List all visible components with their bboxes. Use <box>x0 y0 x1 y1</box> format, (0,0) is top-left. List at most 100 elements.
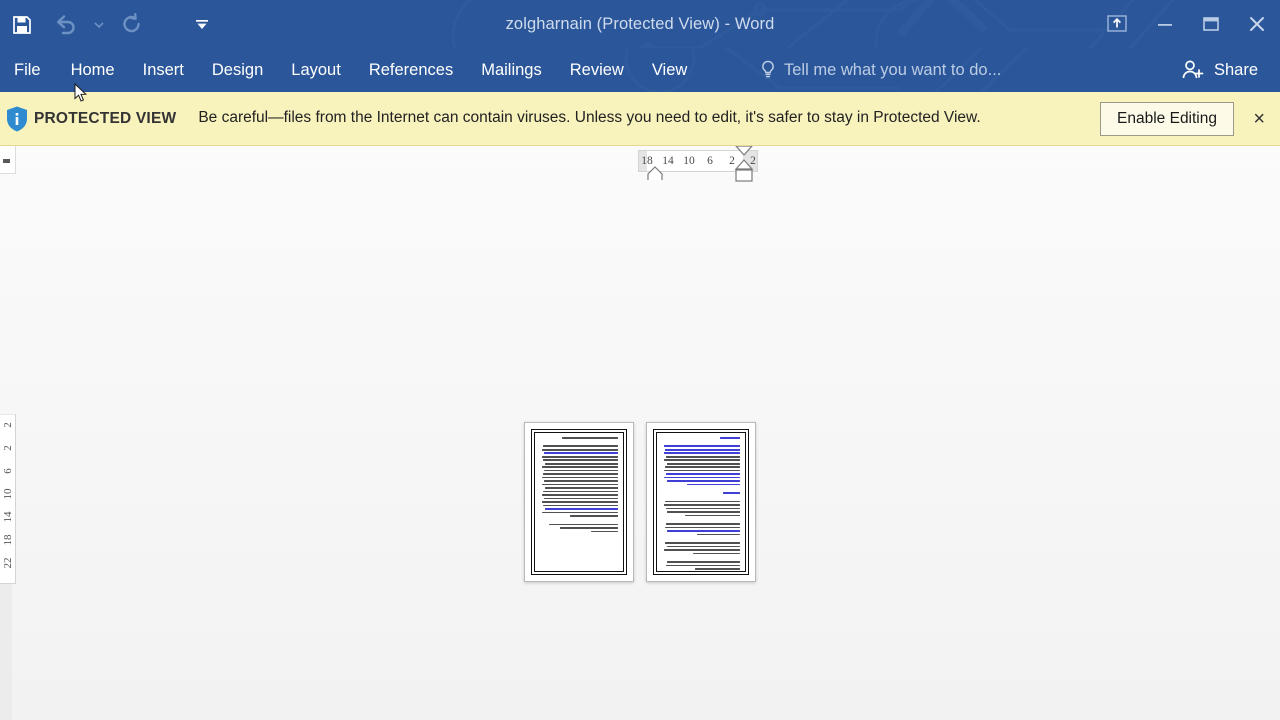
share-button[interactable]: Share <box>1175 48 1264 92</box>
text-line <box>686 483 740 486</box>
text-line <box>543 497 618 500</box>
text-line <box>664 445 740 448</box>
page-2-content <box>662 437 740 570</box>
text-line <box>665 466 740 468</box>
document-canvas[interactable]: 18 14 10 6 2 2 2 2 6 10 14 18 22 <box>0 146 1280 720</box>
text-line <box>543 445 618 448</box>
text-line <box>667 561 740 563</box>
tab-file[interactable]: File <box>0 48 57 92</box>
word-application-window: zolgharnain (Protected View) - Word File… <box>0 0 1280 720</box>
text-line <box>542 466 618 468</box>
tab-review[interactable]: Review <box>556 48 638 92</box>
text-line <box>664 504 740 506</box>
page-thumbnail-1[interactable] <box>524 422 634 582</box>
text-line <box>666 545 740 548</box>
minimize-button[interactable] <box>1142 0 1188 48</box>
tab-references[interactable]: References <box>355 48 467 92</box>
redo-button[interactable] <box>110 5 154 45</box>
tab-home[interactable]: Home <box>57 48 129 92</box>
close-icon <box>1250 17 1264 31</box>
page-thumbnails <box>0 146 1280 720</box>
text-line <box>542 494 618 496</box>
page-thumbnail-2[interactable] <box>646 422 756 582</box>
text-line <box>543 473 618 475</box>
text-line <box>665 542 740 544</box>
text-line <box>542 511 618 514</box>
text-line <box>665 564 740 567</box>
person-add-icon <box>1182 60 1204 79</box>
text-line <box>543 490 618 493</box>
maximize-button[interactable] <box>1188 0 1234 48</box>
text-line <box>665 507 740 510</box>
quick-access-toolbar <box>0 0 224 48</box>
text-line <box>665 455 740 458</box>
text-line <box>719 437 740 439</box>
text-line <box>544 487 618 489</box>
close-button[interactable] <box>1234 0 1280 48</box>
window-controls <box>1092 0 1280 48</box>
save-button[interactable] <box>0 5 44 45</box>
text-line <box>666 511 740 513</box>
text-line <box>667 530 740 532</box>
tab-design[interactable]: Design <box>198 48 277 92</box>
page-1-outer-border <box>531 429 627 575</box>
customize-dropdown-icon <box>196 20 208 29</box>
page-2-inner-border <box>656 432 746 572</box>
ribbon-tabs: File Home Insert Design Layout Reference… <box>0 48 701 92</box>
text-line <box>665 473 740 475</box>
info-shield-icon <box>0 105 34 133</box>
text-line <box>560 527 618 529</box>
text-line <box>722 492 740 494</box>
tab-view[interactable]: View <box>638 48 701 92</box>
ribbon-display-options-icon <box>1107 15 1127 32</box>
tell-me-search[interactable]: Tell me what you want to do... <box>760 48 1001 92</box>
undo-dropdown-button[interactable] <box>88 5 110 45</box>
tell-me-placeholder: Tell me what you want to do... <box>784 60 1002 79</box>
text-line <box>569 515 618 517</box>
text-line <box>544 462 618 465</box>
text-line <box>544 508 618 510</box>
maximize-icon <box>1203 17 1219 31</box>
text-line <box>693 552 740 555</box>
text-line <box>685 514 740 517</box>
mouse-cursor <box>74 83 88 102</box>
text-line <box>541 476 618 479</box>
text-line <box>561 437 618 439</box>
title-bar: zolgharnain (Protected View) - Word <box>0 0 1280 48</box>
undo-button[interactable] <box>44 5 88 45</box>
text-line <box>543 459 618 462</box>
tab-insert[interactable]: Insert <box>129 48 198 92</box>
text-line <box>542 448 618 451</box>
undo-icon <box>57 15 75 35</box>
redo-icon <box>123 13 140 33</box>
ribbon-display-options-button[interactable] <box>1092 0 1142 48</box>
text-line <box>665 500 740 503</box>
enable-editing-button[interactable]: Enable Editing <box>1100 102 1234 136</box>
text-line <box>664 549 740 551</box>
save-icon <box>13 16 31 34</box>
text-line <box>666 462 740 465</box>
text-line <box>543 469 618 472</box>
page-2-outer-border <box>653 429 749 575</box>
text-line <box>694 568 740 570</box>
tab-layout[interactable]: Layout <box>277 48 355 92</box>
customize-qat-button[interactable] <box>180 5 224 45</box>
text-line <box>664 459 740 462</box>
tab-mailings[interactable]: Mailings <box>467 48 556 92</box>
protected-view-message: Be careful—files from the Internet can c… <box>198 109 981 127</box>
text-line <box>543 452 618 455</box>
text-line <box>697 533 740 536</box>
text-line <box>543 504 618 507</box>
text-line <box>549 523 618 526</box>
ribbon-tab-bar: File Home Insert Design Layout Reference… <box>0 48 1280 92</box>
text-line <box>665 448 740 451</box>
page-1-inner-border <box>534 432 624 572</box>
minimize-icon <box>1158 24 1172 26</box>
text-line <box>663 452 740 455</box>
text-line <box>665 526 740 529</box>
protected-view-bar: PROTECTED VIEW Be careful—files from the… <box>0 92 1280 146</box>
share-label: Share <box>1213 60 1258 79</box>
close-protected-view-bar-button[interactable]: × <box>1248 107 1270 131</box>
text-line <box>543 480 618 482</box>
